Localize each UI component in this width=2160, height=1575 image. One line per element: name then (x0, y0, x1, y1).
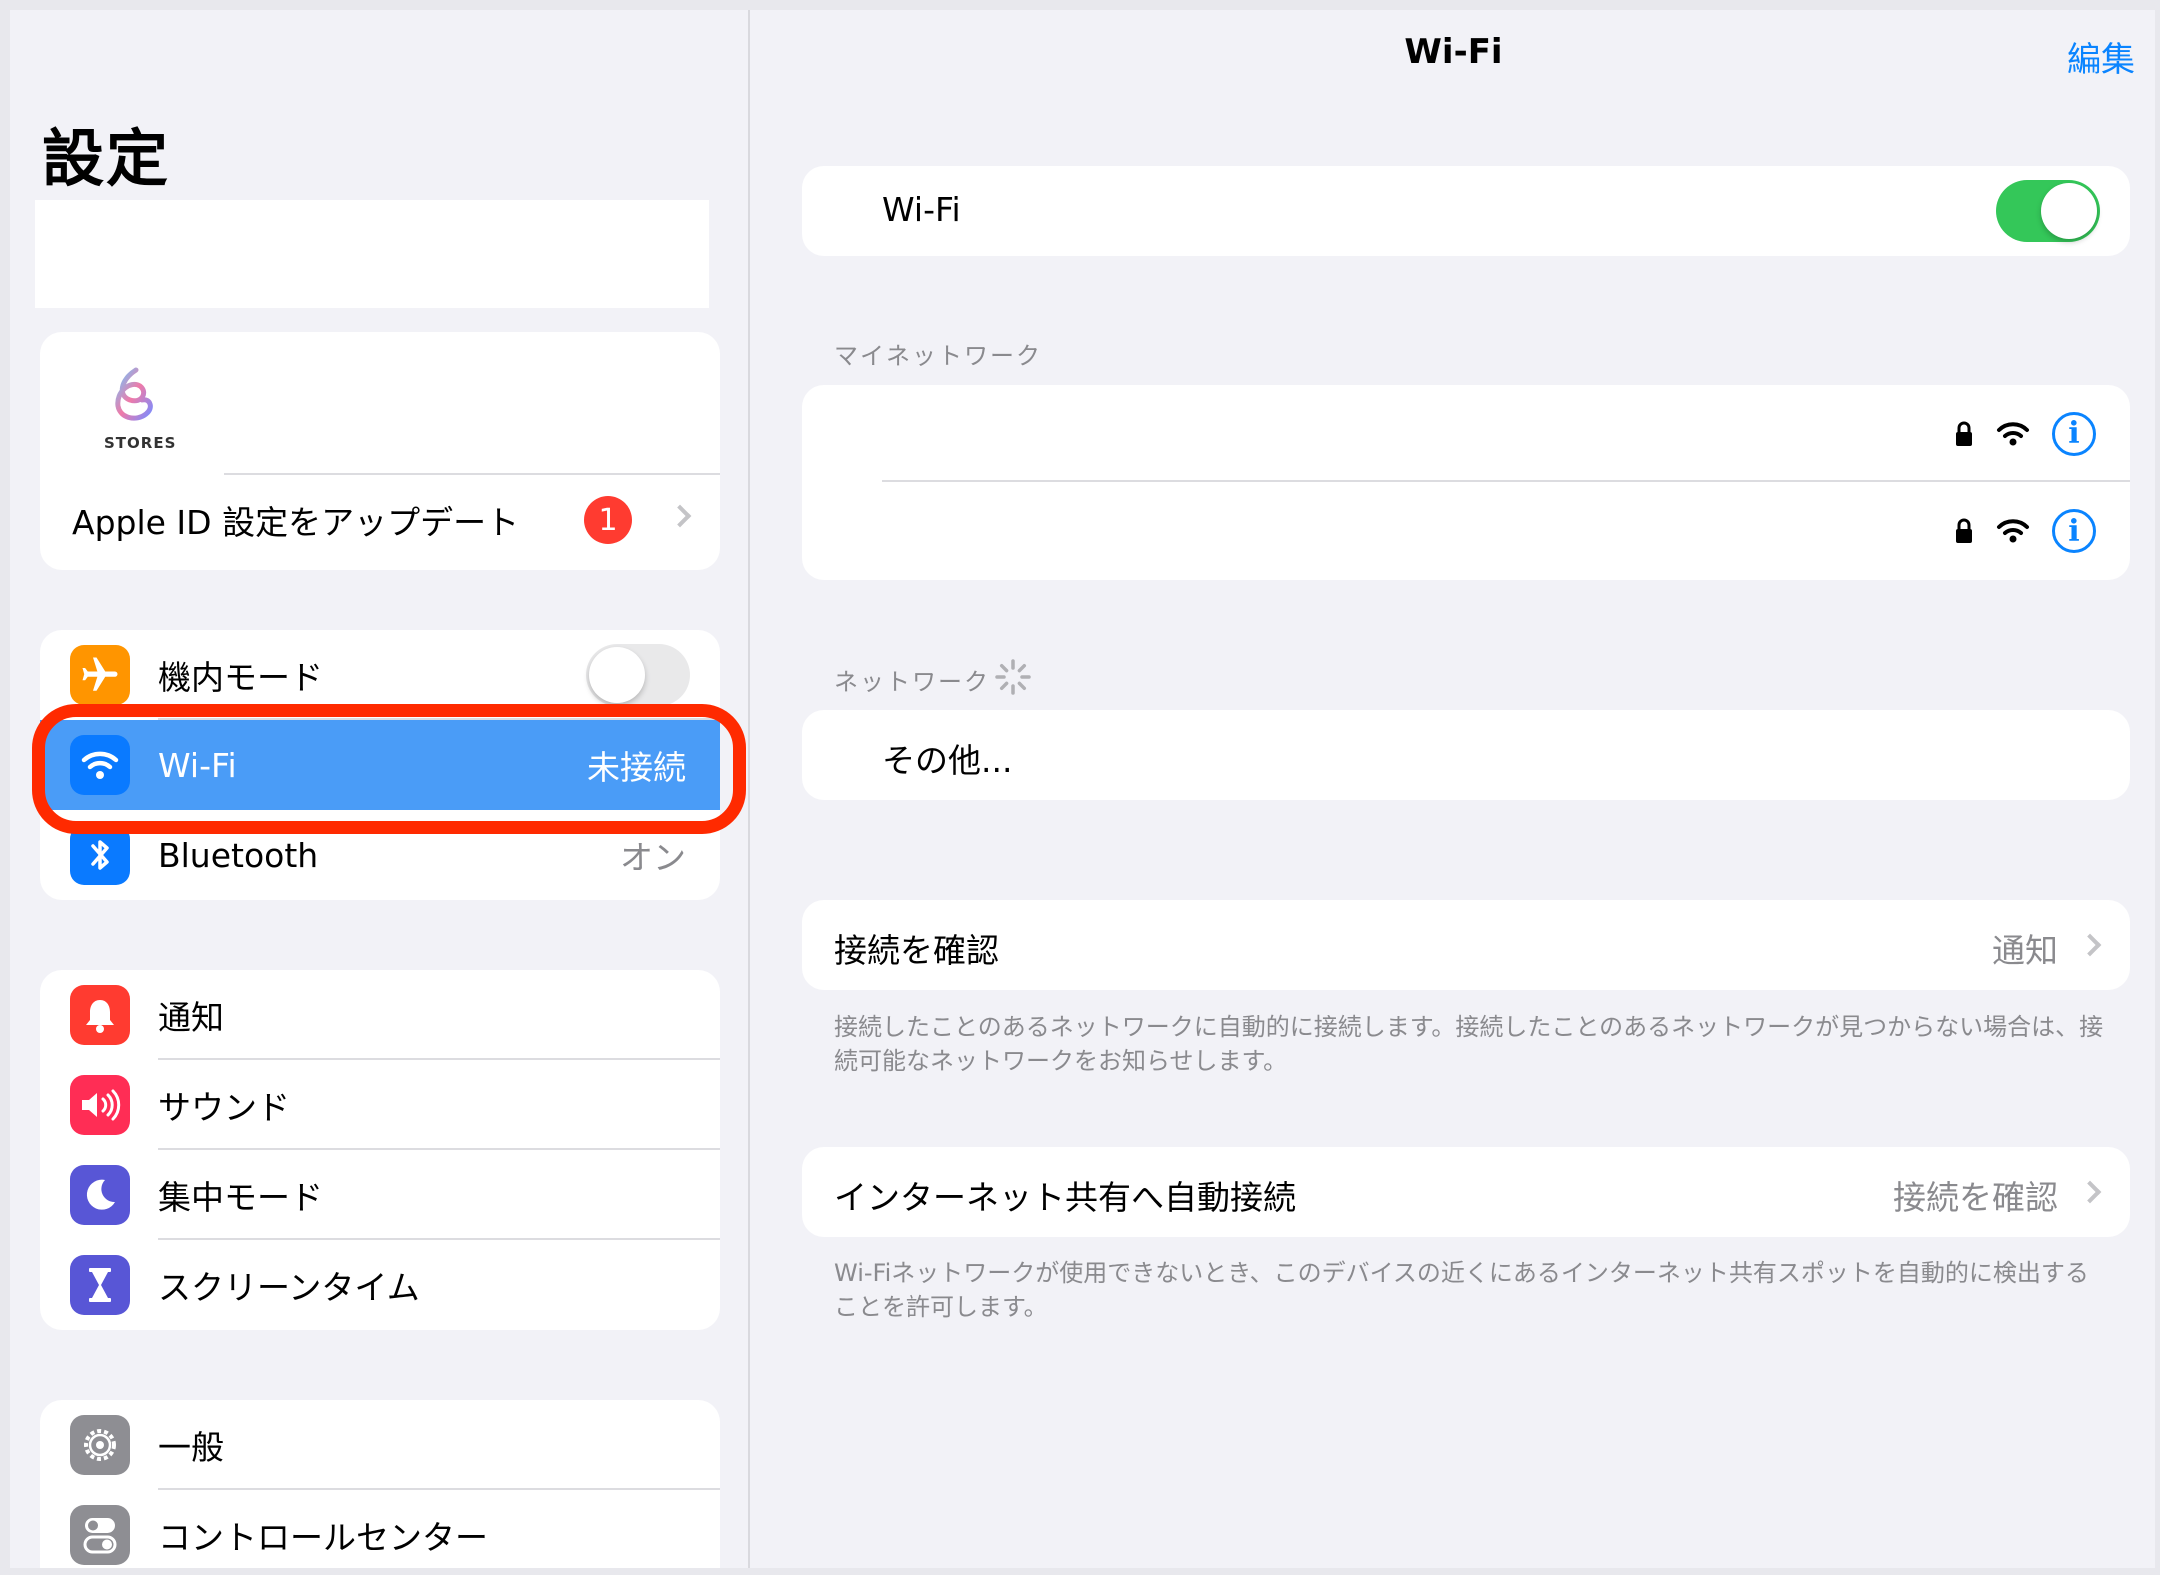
gear-icon (70, 1415, 130, 1475)
my-networks-card: i i (802, 385, 2130, 580)
lock-icon (1956, 421, 1972, 446)
hourglass-icon (70, 1255, 130, 1315)
networks-header-label: ネットワーク (834, 668, 990, 696)
moon-icon (70, 1165, 130, 1225)
other-network-card[interactable]: その他... (802, 710, 2130, 800)
sidebar-title: 設定 (42, 122, 171, 195)
airplane-mode-toggle[interactable] (586, 644, 690, 706)
sidebar-item-airplane-mode[interactable]: 機内モード (40, 630, 720, 720)
wifi-toggle-label: Wi-Fi (882, 190, 961, 229)
bluetooth-icon (70, 825, 130, 885)
wifi-detail-panel: Wi-Fi 編集 Wi-Fi マイネットワーク i i ネットワーク その他..… (752, 10, 2155, 1568)
ask-to-join-footnote: 接続したことのあるネットワークに自動的に接続します。接続したことのあるネットワー… (834, 1013, 2104, 1075)
ask-to-join-label: 接続を確認 (834, 931, 999, 970)
toggle-knob (2041, 183, 2097, 239)
sidebar-item-wifi[interactable]: Wi-Fi 未接続 (40, 720, 720, 810)
lock-icon (1956, 518, 1972, 543)
toggle-knob (589, 647, 645, 703)
ipad-screen: 設定 STORES Apple ID 設定をアップデート 1 機内モード Wi-… (10, 10, 2155, 1568)
notifications-label: 通知 (158, 998, 224, 1037)
other-network-label: その他... (882, 741, 1013, 780)
sidebar-item-bluetooth[interactable]: Bluetooth オン (40, 810, 720, 900)
info-icon[interactable]: i (2052, 411, 2096, 456)
my-networks-header: マイネットワーク (834, 342, 1042, 370)
apple-id-update-label: Apple ID 設定をアップデート (72, 503, 520, 542)
profile-card: STORES Apple ID 設定をアップデート 1 (40, 332, 720, 570)
wifi-icon (70, 735, 130, 795)
wifi-toggle-card: Wi-Fi (802, 166, 2130, 256)
sidebar-item-notifications[interactable]: 通知 (40, 970, 720, 1060)
page-title: Wi-Fi (1404, 32, 1503, 72)
my-network-row[interactable]: i (802, 482, 2130, 580)
info-icon[interactable]: i (2052, 509, 2096, 553)
chevron-right-icon (668, 504, 692, 528)
control-center-label: コントロールセンター (158, 1518, 488, 1557)
stores-logo[interactable]: STORES (90, 362, 200, 462)
auto-hotspot-footnote: Wi-Fiネットワークが使用できないとき、このデバイスの近くにあるインターネット… (834, 1259, 2089, 1321)
update-badge: 1 (584, 496, 632, 544)
sidebar-item-general[interactable]: 一般 (40, 1400, 720, 1490)
auto-hotspot-row[interactable]: インターネット共有へ自動接続 接続を確認 (802, 1147, 2130, 1237)
settings-sidebar: 設定 STORES Apple ID 設定をアップデート 1 機内モード Wi-… (10, 10, 750, 1568)
focus-label: 集中モード (158, 1178, 323, 1217)
chevron-right-icon (2078, 933, 2102, 957)
airplane-icon (70, 645, 130, 705)
wifi-label: Wi-Fi (158, 745, 237, 785)
edit-button[interactable]: 編集 (2067, 32, 2135, 81)
ask-to-join-value: 通知 (1992, 931, 2058, 970)
wifi-signal-icon (1997, 519, 2029, 543)
chevron-right-icon (2078, 1180, 2102, 1204)
sidebar-item-sounds[interactable]: サウンド (40, 1060, 720, 1150)
network-status-icons: i (1954, 509, 2096, 553)
general-card: 一般 コントロールセンター (40, 1400, 720, 1568)
ask-to-join-row[interactable]: 接続を確認 通知 (802, 900, 2130, 990)
search-area-placeholder (35, 200, 709, 308)
switches-icon (70, 1505, 130, 1565)
speaker-icon (70, 1075, 130, 1135)
wifi-status-value: 未接続 (587, 748, 686, 787)
airplane-mode-label: 機内モード (158, 658, 323, 697)
apple-id-update-row[interactable]: Apple ID 設定をアップデート 1 (40, 475, 720, 565)
sidebar-item-control-center[interactable]: コントロールセンター (40, 1490, 720, 1568)
bluetooth-label: Bluetooth (158, 835, 319, 875)
my-network-row[interactable]: i (802, 385, 2130, 482)
bell-icon (70, 985, 130, 1045)
sidebar-item-screen-time[interactable]: スクリーンタイム (40, 1240, 720, 1330)
connectivity-card: 機内モード Wi-Fi 未接続 Bluetooth オン (40, 630, 720, 900)
general-label: 一般 (158, 1428, 224, 1467)
wifi-signal-icon (1997, 421, 2029, 445)
sounds-label: サウンド (158, 1088, 290, 1127)
network-status-icons: i (1954, 411, 2096, 456)
notifications-card: 通知 サウンド 集中モード スクリーンタイム (40, 970, 720, 1330)
networks-header: ネットワーク (834, 659, 1031, 697)
auto-hotspot-label: インターネット共有へ自動接続 (834, 1178, 1296, 1217)
sidebar-item-focus[interactable]: 集中モード (40, 1150, 720, 1240)
stores-logo-text: STORES (104, 434, 177, 452)
wifi-toggle[interactable] (1996, 180, 2100, 242)
auto-hotspot-value: 接続を確認 (1893, 1178, 2058, 1217)
screen-time-label: スクリーンタイム (158, 1268, 420, 1307)
bluetooth-status-value: オン (620, 838, 686, 877)
loading-spinner-icon (995, 659, 1031, 695)
